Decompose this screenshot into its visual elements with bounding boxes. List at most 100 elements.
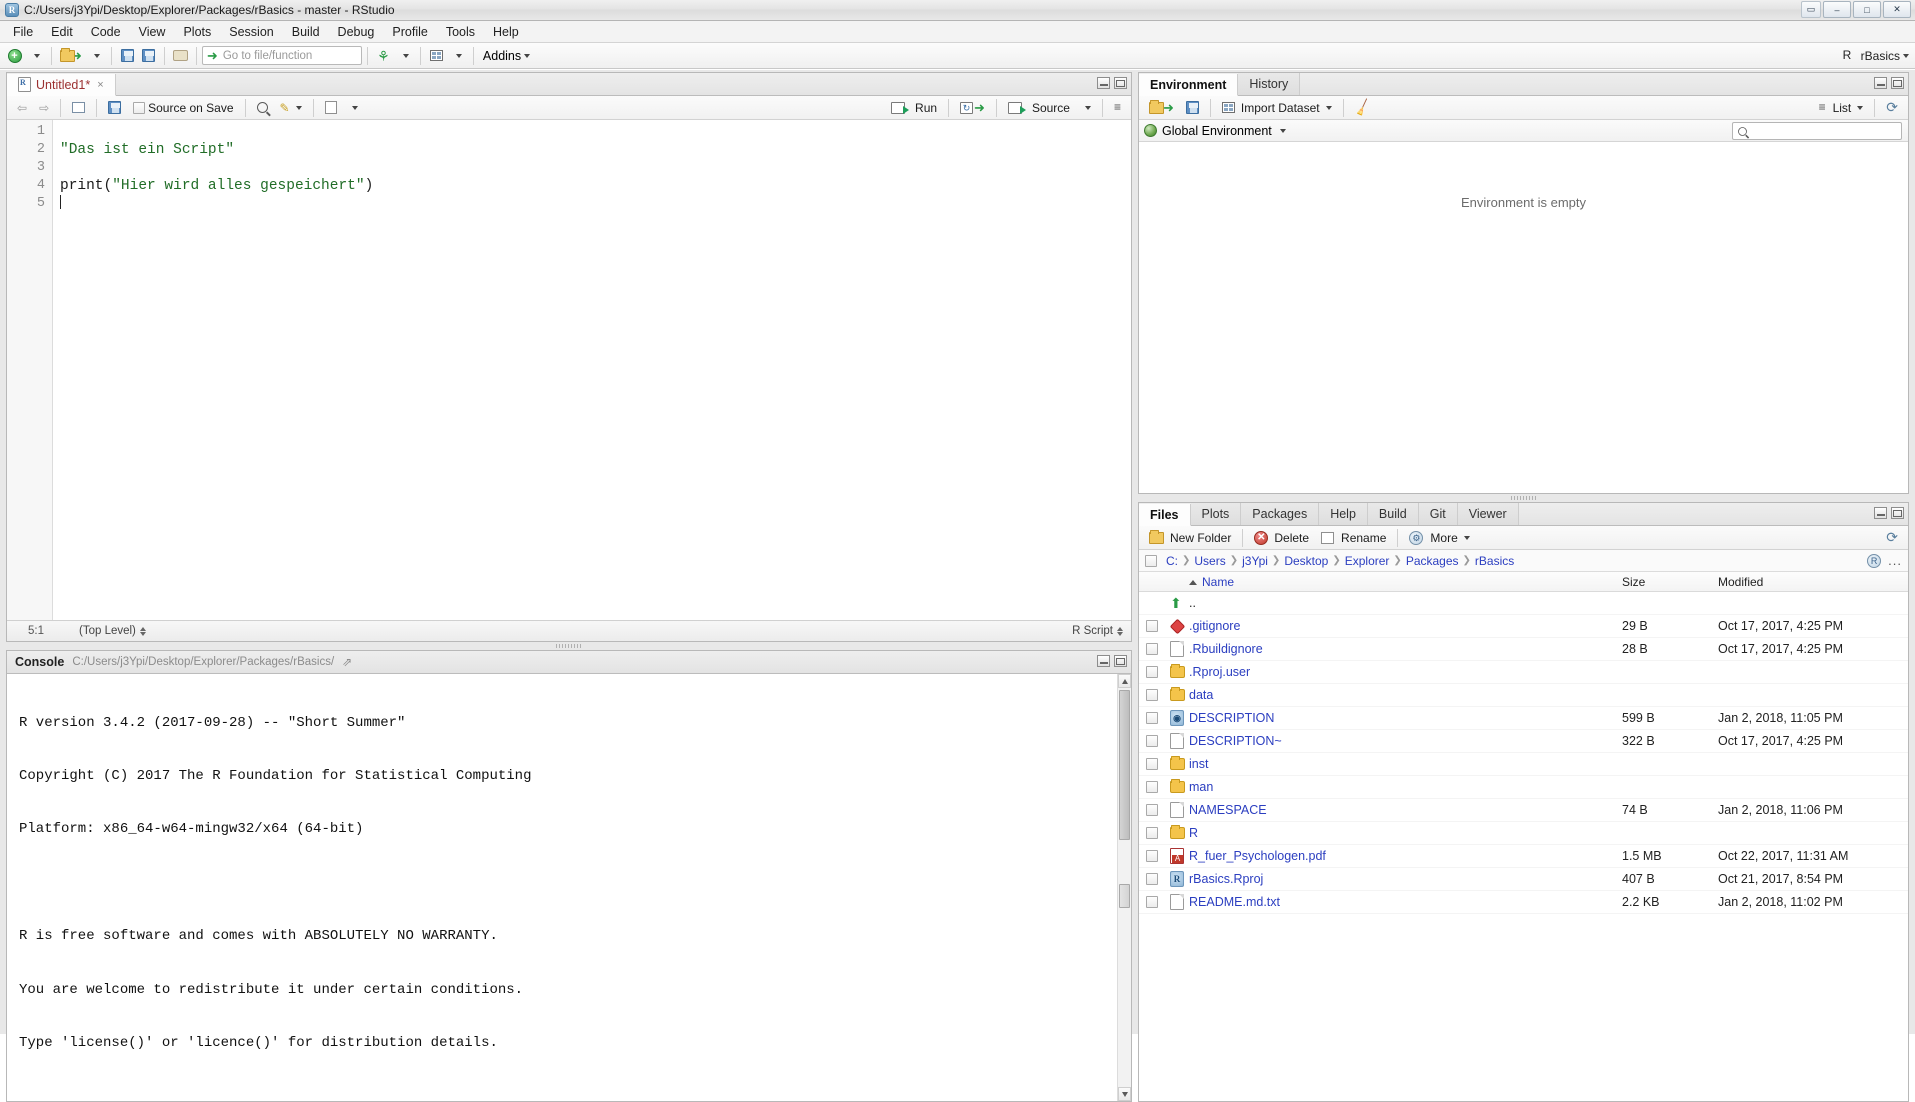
- table-row[interactable]: data: [1139, 684, 1908, 707]
- close-icon[interactable]: ×: [97, 79, 103, 91]
- row-checkbox[interactable]: [1146, 850, 1158, 862]
- environment-files-splitter[interactable]: [1138, 494, 1909, 502]
- global-environment-selector[interactable]: Global Environment: [1144, 124, 1286, 138]
- menu-plots[interactable]: Plots: [174, 22, 220, 42]
- row-checkbox[interactable]: [1146, 643, 1158, 655]
- row-checkbox[interactable]: [1146, 781, 1158, 793]
- source-on-save-checkbox[interactable]: [133, 101, 146, 114]
- goto-file-function-input[interactable]: ➜ Go to file/function: [201, 46, 362, 65]
- breadcrumb-item-users[interactable]: Users: [1191, 554, 1228, 568]
- save-document-button[interactable]: [102, 98, 127, 118]
- row-checkbox-cell[interactable]: [1139, 781, 1165, 793]
- row-name[interactable]: man: [1189, 780, 1622, 794]
- project-indicator[interactable]: R rBasics: [1843, 48, 1909, 63]
- more-menu-button[interactable]: ⚙ More: [1403, 528, 1475, 548]
- more-options-icon[interactable]: ...: [1888, 553, 1902, 568]
- tab-help[interactable]: Help: [1319, 503, 1368, 525]
- source-button[interactable]: Source: [1002, 98, 1076, 118]
- tab-build[interactable]: Build: [1367, 503, 1419, 525]
- row-name[interactable]: NAMESPACE: [1189, 803, 1622, 817]
- rerun-button[interactable]: ↻ ➜: [954, 98, 991, 118]
- scroll-up-button[interactable]: [1118, 674, 1131, 688]
- refresh-files-button[interactable]: ⟳: [1880, 528, 1904, 548]
- menu-view[interactable]: View: [130, 22, 175, 42]
- row-checkbox-cell[interactable]: [1139, 850, 1165, 862]
- menu-edit[interactable]: Edit: [42, 22, 82, 42]
- row-checkbox[interactable]: [1146, 620, 1158, 632]
- code-tools-button[interactable]: ⚘: [373, 45, 394, 66]
- code-editor[interactable]: 1 2 3 4 5 "Das ist ein Script" print("Hi…: [7, 120, 1131, 620]
- row-checkbox-cell[interactable]: [1139, 643, 1165, 655]
- row-checkbox[interactable]: [1146, 712, 1158, 724]
- menu-debug[interactable]: Debug: [329, 22, 384, 42]
- show-in-new-window-button[interactable]: [66, 98, 91, 118]
- breadcrumb-item-desktop[interactable]: Desktop: [1281, 554, 1331, 568]
- row-name[interactable]: ..: [1189, 596, 1622, 610]
- tab-git[interactable]: Git: [1418, 503, 1458, 525]
- row-checkbox-cell[interactable]: [1139, 712, 1165, 724]
- forward-button[interactable]: ⇨: [33, 98, 55, 118]
- print-button[interactable]: [170, 45, 191, 66]
- breadcrumb-item-user[interactable]: j3Ypi: [1239, 554, 1271, 568]
- scrollbar-secondary-thumb[interactable]: [1119, 884, 1130, 908]
- console-scrollbar[interactable]: [1117, 674, 1131, 1101]
- table-row[interactable]: DESCRIPTION~ 322 B Oct 17, 2017, 4:25 PM: [1139, 730, 1908, 753]
- save-all-button[interactable]: [138, 45, 159, 66]
- row-name[interactable]: R: [1189, 826, 1622, 840]
- save-workspace-button[interactable]: [1180, 98, 1205, 118]
- goto-directory-icon[interactable]: R: [1867, 553, 1882, 568]
- row-name[interactable]: DESCRIPTION~: [1189, 734, 1622, 748]
- delete-button[interactable]: ✕ Delete: [1248, 528, 1315, 548]
- breadcrumb-item-explorer[interactable]: Explorer: [1342, 554, 1393, 568]
- pane-layout-button[interactable]: [426, 45, 447, 66]
- rename-button[interactable]: Rename: [1315, 528, 1392, 548]
- row-checkbox-cell[interactable]: [1139, 873, 1165, 885]
- minimize-button[interactable]: –: [1823, 1, 1851, 18]
- environment-search-input[interactable]: [1732, 122, 1902, 140]
- row-checkbox-cell[interactable]: [1139, 804, 1165, 816]
- tab-plots[interactable]: Plots: [1190, 503, 1242, 525]
- run-button[interactable]: Run: [885, 98, 943, 118]
- source-on-save-toggle[interactable]: Source on Save: [127, 98, 239, 118]
- clear-workspace-button[interactable]: 🧹: [1349, 97, 1377, 118]
- row-checkbox[interactable]: [1146, 758, 1158, 770]
- row-checkbox-cell[interactable]: [1139, 689, 1165, 701]
- menu-tools[interactable]: Tools: [437, 22, 484, 42]
- row-checkbox[interactable]: [1146, 804, 1158, 816]
- row-name[interactable]: rBasics.Rproj: [1189, 872, 1622, 886]
- minimize-pane-button[interactable]: [1874, 77, 1887, 89]
- open-file-dropdown[interactable]: [85, 45, 106, 66]
- minimize-pane-button[interactable]: [1097, 655, 1110, 667]
- addins-button[interactable]: Addins: [479, 49, 534, 63]
- row-name[interactable]: .Rbuildignore: [1189, 642, 1622, 656]
- column-header-size[interactable]: Size: [1622, 575, 1718, 589]
- tab-environment[interactable]: Environment: [1139, 74, 1239, 96]
- compile-report-dropdown[interactable]: [343, 98, 364, 118]
- maximize-pane-button[interactable]: [1114, 655, 1127, 667]
- row-checkbox-cell[interactable]: [1139, 758, 1165, 770]
- document-outline-button[interactable]: ≡: [1108, 98, 1127, 118]
- close-button[interactable]: ✕: [1883, 1, 1911, 18]
- row-checkbox[interactable]: [1146, 896, 1158, 908]
- menu-file[interactable]: File: [4, 22, 42, 42]
- find-replace-button[interactable]: [251, 98, 274, 118]
- row-checkbox-cell[interactable]: [1139, 735, 1165, 747]
- table-row[interactable]: inst: [1139, 753, 1908, 776]
- scrollbar-thumb[interactable]: [1119, 690, 1130, 840]
- breadcrumb-item-rbasics[interactable]: rBasics: [1472, 554, 1517, 568]
- column-header-modified[interactable]: Modified: [1718, 575, 1908, 589]
- menu-build[interactable]: Build: [283, 22, 329, 42]
- maximize-pane-button[interactable]: [1891, 77, 1904, 89]
- open-file-button[interactable]: ➜: [57, 45, 85, 66]
- table-row[interactable]: .Rproj.user: [1139, 661, 1908, 684]
- tab-files[interactable]: Files: [1139, 504, 1191, 526]
- code-tools-dropdown[interactable]: [394, 45, 415, 66]
- menu-help[interactable]: Help: [484, 22, 528, 42]
- table-row[interactable]: ⬆ ..: [1139, 592, 1908, 615]
- row-checkbox[interactable]: [1146, 827, 1158, 839]
- scroll-down-button[interactable]: [1118, 1087, 1131, 1101]
- table-row[interactable]: man: [1139, 776, 1908, 799]
- console-output[interactable]: R version 3.4.2 (2017-09-28) -- "Short S…: [7, 674, 1131, 1101]
- code-tools-button[interactable]: ✎: [274, 98, 308, 118]
- row-checkbox-cell[interactable]: [1139, 620, 1165, 632]
